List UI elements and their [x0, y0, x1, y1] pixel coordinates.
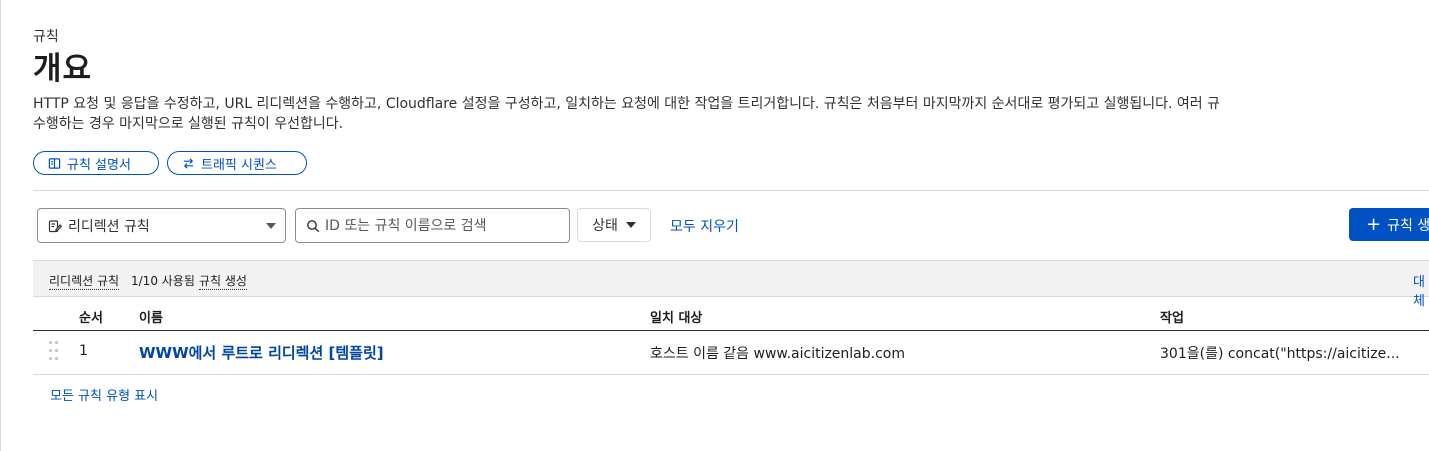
create-rule-button[interactable]: + 규칙 생성 — [1349, 208, 1429, 241]
rule-type-name[interactable]: 리디렉션 규칙 — [49, 272, 120, 290]
rule-type-summary-bar: 리디렉션 규칙 1/10 사용됨 규칙 생성 대체 — [33, 260, 1429, 309]
column-header-order: 순서 — [79, 311, 103, 326]
rules-docs-label: 규칙 설명서 — [67, 157, 131, 173]
rule-match-expression: 호스트 이름 같음 www.aicitizenlab.com — [650, 346, 906, 362]
column-header-action: 작업 — [1160, 311, 1184, 326]
show-all-rule-types-link[interactable]: 모든 규칙 유형 표시 — [50, 385, 158, 404]
rule-usage-count: 1/10 사용됨 — [131, 274, 195, 288]
rules-table-header: 순서 이름 일치 대상 작업 — [33, 297, 1429, 331]
rule-name-link[interactable]: WWW에서 루트로 리디렉션 [템플릿] — [139, 342, 384, 363]
drag-handle-icon[interactable] — [48, 340, 60, 362]
traffic-sequence-button[interactable]: 트래픽 시퀀스 — [167, 151, 307, 175]
page-description: HTTP 요청 및 응답을 수정하고, URL 리디렉션을 수행하고, Clou… — [33, 94, 1429, 134]
left-border — [0, 0, 1, 451]
rule-search-input[interactable] — [325, 217, 555, 234]
edit-document-icon — [48, 219, 62, 232]
rules-docs-button[interactable]: 규칙 설명서 — [33, 151, 159, 175]
clear-all-filters-link[interactable]: 모두 지우기 — [670, 216, 739, 236]
arrows-swap-icon — [183, 157, 194, 169]
rule-order: 1 — [79, 343, 88, 359]
description-line-1: HTTP 요청 및 응답을 수정하고, URL 리디렉션을 수행하고, Clou… — [33, 96, 1221, 112]
create-rule-link[interactable]: 규칙 생성 — [199, 272, 247, 290]
plus-icon: + — [1366, 213, 1382, 235]
search-icon — [307, 219, 320, 232]
status-filter-button[interactable]: 상태 — [577, 208, 651, 242]
traffic-sequence-label: 트래픽 시퀀스 — [201, 157, 277, 173]
book-icon — [48, 157, 61, 169]
create-rule-label: 규칙 생성 — [1387, 217, 1429, 234]
rules-overview-page: 규칙 개요 HTTP 요청 및 응답을 수정하고, URL 리디렉션을 수행하고… — [0, 0, 1429, 451]
column-header-match: 일치 대상 — [650, 311, 703, 326]
table-row[interactable]: 1 WWW에서 루트로 리디렉션 [템플릿] 호스트 이름 같음 www.aic… — [33, 331, 1429, 375]
rule-search-field[interactable] — [295, 208, 570, 243]
description-line-2: 수행하는 경우 마지막으로 실행된 규칙이 우선합니다. — [33, 116, 344, 132]
page-title: 개요 — [33, 51, 93, 87]
rule-action: 301을(를) concat("https://aicitize... — [1160, 346, 1400, 362]
section-divider — [33, 190, 1429, 191]
chevron-down-icon — [266, 223, 276, 229]
column-header-name: 이름 — [139, 311, 163, 326]
status-filter-label: 상태 — [592, 218, 618, 234]
caret-down-icon — [625, 222, 636, 228]
rule-type-value: 리디렉션 규칙 — [68, 218, 150, 235]
rule-type-select[interactable]: 리디렉션 규칙 — [37, 208, 286, 243]
